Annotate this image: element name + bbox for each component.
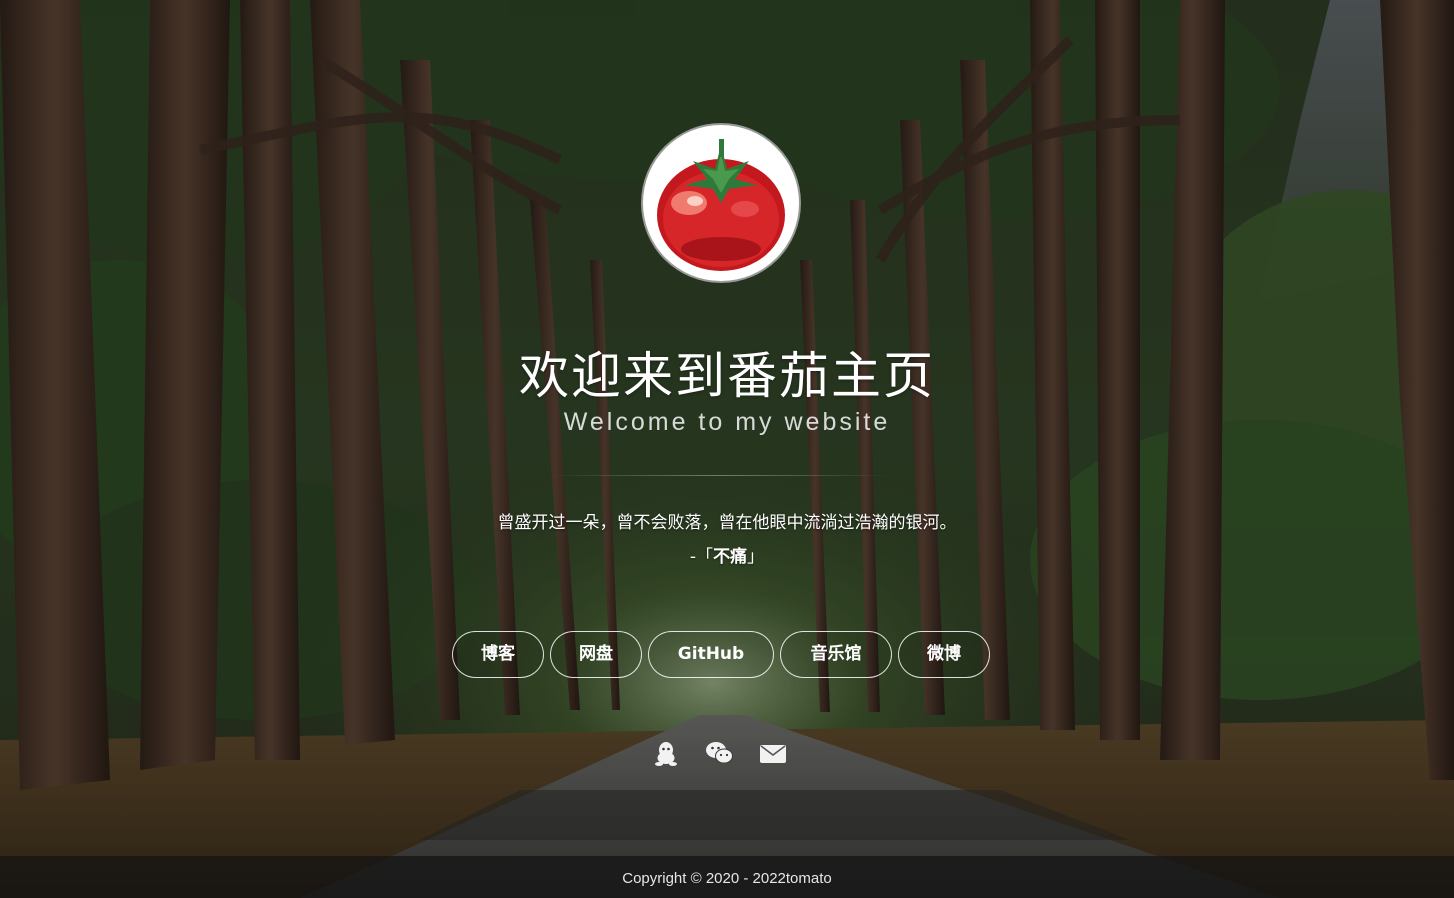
github-button[interactable]: GitHub	[648, 631, 774, 678]
netdisk-button[interactable]: 网盘	[550, 631, 642, 678]
page-title: 欢迎来到番茄主页	[519, 347, 935, 405]
quote-author: -「不痛」	[0, 542, 1454, 567]
wechat-icon[interactable]	[705, 741, 733, 765]
page-subtitle: Welcome to my website	[563, 408, 891, 436]
qq-icon[interactable]	[655, 741, 677, 767]
quote-text: 曾盛开过一朵，曾不会败落，曾在他眼中流淌过浩瀚的银河。	[497, 513, 957, 533]
quote-author-prefix: -「	[689, 547, 714, 567]
weibo-button[interactable]: 微博	[898, 631, 990, 678]
avatar	[643, 125, 799, 281]
blog-button[interactable]: 博客	[452, 631, 544, 678]
tomato-logo-icon	[657, 139, 785, 271]
divider	[550, 475, 890, 476]
copyright-text: Copyright © 2020 - 2022tomato	[622, 870, 832, 887]
mail-icon[interactable]	[760, 745, 786, 763]
quote-author-suffix: 」	[747, 547, 765, 567]
quote-author-name: 不痛	[713, 547, 748, 567]
music-button[interactable]: 音乐馆	[780, 631, 892, 678]
footer: Copyright © 2020 - 2022tomato	[0, 856, 1454, 898]
social-links	[0, 741, 1454, 769]
nav-buttons: 博客 网盘 GitHub 音乐馆 微博	[0, 631, 1454, 678]
